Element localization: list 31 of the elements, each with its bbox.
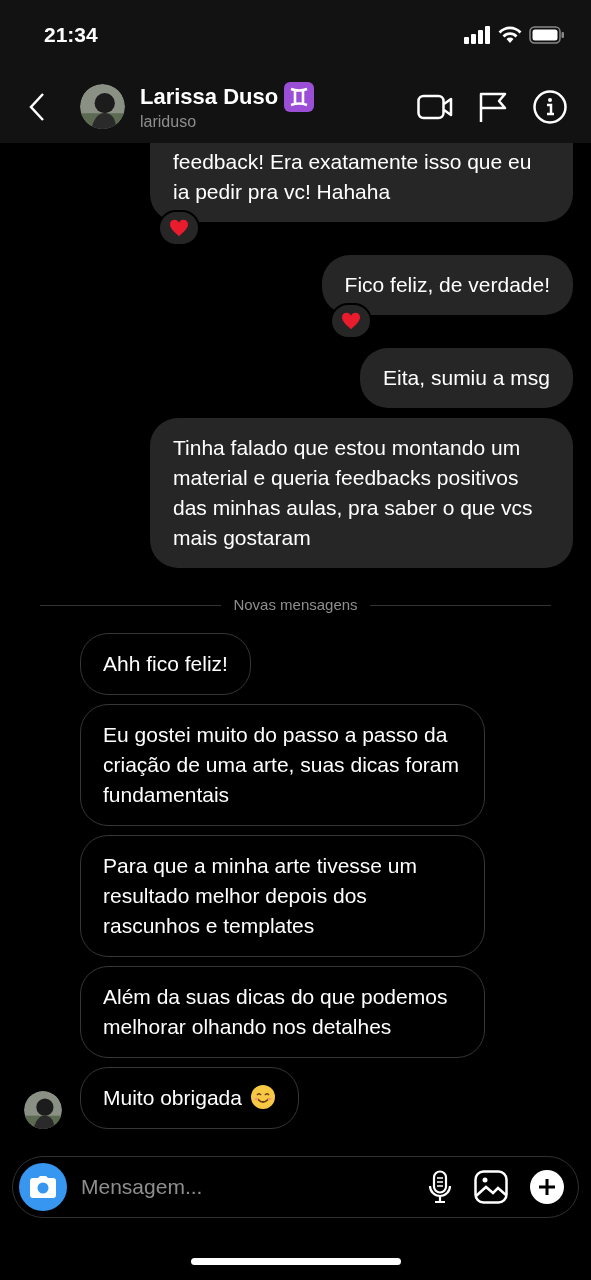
avatar xyxy=(80,84,125,129)
contact-username: lariduso xyxy=(140,111,198,132)
gallery-icon[interactable] xyxy=(474,1170,508,1204)
info-icon[interactable] xyxy=(533,89,567,124)
smiley-icon xyxy=(249,1083,276,1110)
divider-label: Novas mensagens xyxy=(233,595,358,615)
camera-button[interactable] xyxy=(19,1163,67,1211)
sent-message: Fico feliz, de verdade! xyxy=(321,255,573,315)
received-message: Além da suas dicas do que podemos melhorar olhando nos detalhes xyxy=(80,965,485,1058)
wifi-icon xyxy=(498,26,522,44)
signal-icon xyxy=(464,26,491,44)
received-message: Eu gostei muito do passo a passo da criação de uma arte, suas dicas foram fundamentais xyxy=(80,703,485,826)
contact-name: Larissa Duso xyxy=(140,83,279,110)
heart-reaction[interactable] xyxy=(158,210,200,246)
heart-icon xyxy=(169,219,189,237)
heart-icon xyxy=(340,312,361,330)
sent-message: Tinha falado que estou montando um material e queria feedbacks positivos das minhas aulas, pra saber o que vcs mais gostaram xyxy=(150,418,573,568)
battery-icon xyxy=(529,26,565,44)
video-camera-icon[interactable] xyxy=(417,92,453,121)
microphone-icon[interactable] xyxy=(428,1170,452,1204)
flag-icon[interactable] xyxy=(479,90,507,123)
message-input[interactable]: Mensagem... xyxy=(81,1171,428,1203)
status-time: 21:34 xyxy=(44,22,98,49)
sent-message: Eita, sumiu a msg xyxy=(360,348,573,408)
camera-icon xyxy=(29,1175,57,1199)
sent-message: feedback! Era exatamente isso que eu ia pedir pra vc! Hahaha xyxy=(150,143,573,222)
received-message: Para que a minha arte tivesse um resultado melhor depois dos rascunhos e templates xyxy=(80,834,485,957)
received-message: Muito obrigada xyxy=(80,1066,299,1129)
add-icon[interactable] xyxy=(530,1170,564,1204)
received-message: Ahh fico feliz! xyxy=(80,632,251,695)
avatar xyxy=(24,1090,62,1129)
